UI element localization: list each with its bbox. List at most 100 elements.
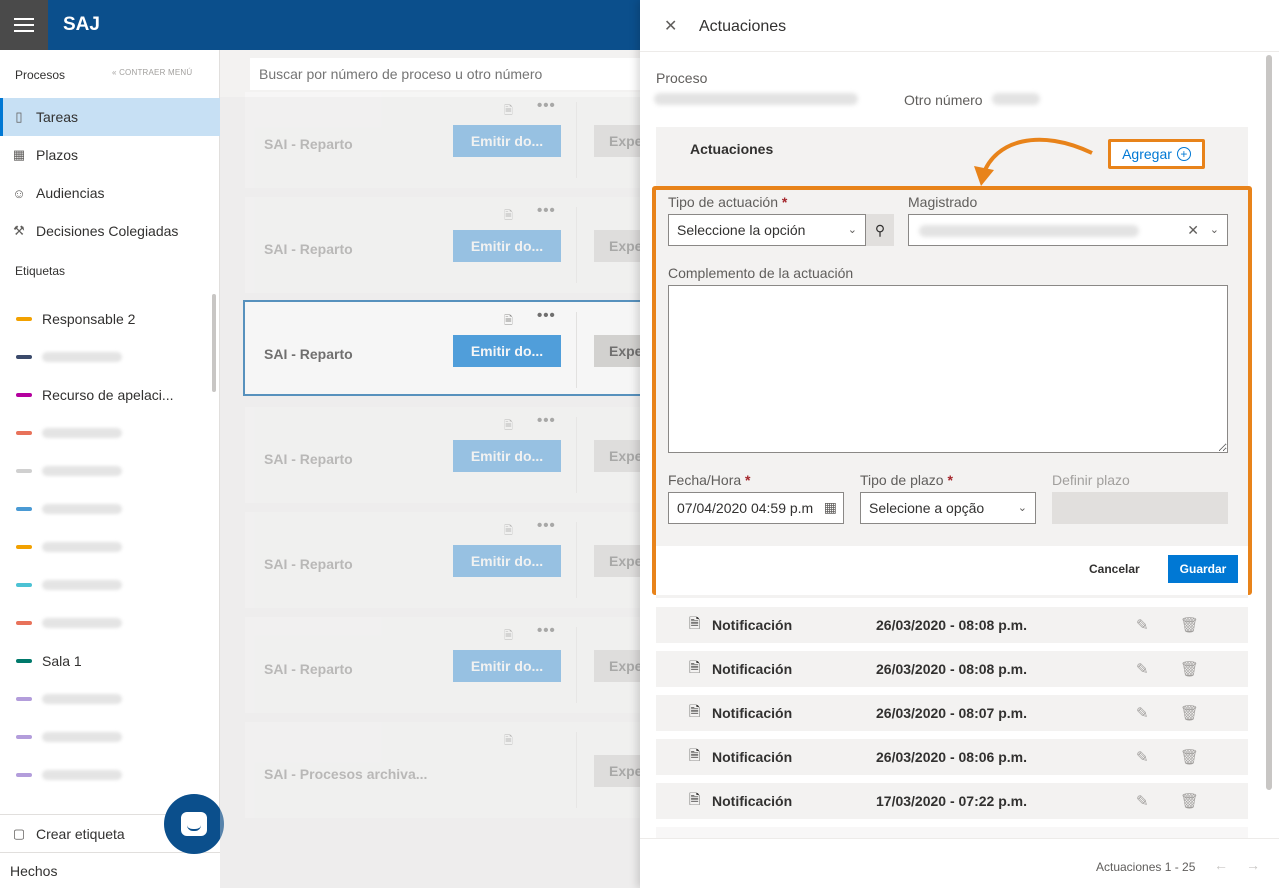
sidebar-item-audiencias[interactable]: ☺ Audiencias <box>0 174 220 212</box>
tipo-select[interactable]: Seleccione la opción ⌄ <box>668 214 866 246</box>
arrow-right-icon[interactable]: → <box>1246 857 1260 873</box>
expediente-button[interactable]: Expe <box>594 650 644 682</box>
sidebar-item-plazos[interactable]: ▦ Plazos <box>0 136 220 174</box>
magistrado-value-redacted <box>919 225 1139 237</box>
emit-document-button[interactable]: Emitir do... <box>453 335 561 367</box>
delete-icon[interactable]: 🗑 <box>1180 792 1199 810</box>
edit-icon[interactable]: ✎ <box>1136 748 1149 766</box>
delete-icon[interactable]: 🗑 <box>1180 704 1199 722</box>
expediente-button[interactable]: Expe <box>594 125 644 157</box>
otro-numero-value-redacted <box>992 93 1040 105</box>
sidebar-item-decisiones[interactable]: ⚒ Decisiones Colegiadas <box>0 212 220 250</box>
clear-icon[interactable]: ✕ <box>1187 222 1199 239</box>
emit-document-button[interactable]: Emitir do... <box>453 650 561 682</box>
delete-icon[interactable]: 🗑 <box>1180 616 1199 634</box>
arrow-left-icon[interactable]: ← <box>1214 857 1228 873</box>
emit-document-button[interactable]: Emitir do... <box>453 545 561 577</box>
edit-icon[interactable]: ✎ <box>1136 792 1149 810</box>
task-card[interactable]: 🗎 ••• SAI - Reparto Emitir do... Expe <box>243 300 644 396</box>
close-icon[interactable]: ✕ <box>664 16 677 36</box>
task-card[interactable]: 🗎 SAI - Procesos archiva... Expe <box>245 722 645 818</box>
tag-item[interactable]: Responsable 2 <box>0 300 210 338</box>
emit-document-button[interactable]: Emitir do... <box>453 125 561 157</box>
hechos-item[interactable]: Hechos <box>0 852 220 888</box>
document-icon[interactable]: 🗎 <box>504 312 513 331</box>
more-icon[interactable]: ••• <box>537 622 556 639</box>
tag-color-icon <box>16 545 32 549</box>
document-icon[interactable]: 🗎 <box>504 627 513 646</box>
cancel-button[interactable]: Cancelar <box>1089 562 1140 576</box>
tag-item[interactable] <box>0 680 210 718</box>
expediente-button[interactable]: Expe <box>594 335 644 367</box>
task-card[interactable]: 🗎 ••• SAI - Reparto Emitir do... Expe <box>245 407 645 503</box>
expediente-button[interactable]: Expe <box>594 440 644 472</box>
search-icon[interactable]: ⚲ <box>866 214 894 246</box>
collapse-menu-button[interactable]: « CONTRAER MENÚ <box>112 68 192 77</box>
tag-item[interactable] <box>0 414 210 452</box>
task-card[interactable]: 🗎 ••• SAI - Reparto Emitir do... Expe <box>245 92 645 188</box>
sidebar-scrollbar[interactable] <box>212 294 216 392</box>
search-input[interactable] <box>250 58 640 90</box>
document-icon[interactable]: 🗎 <box>504 417 513 436</box>
tag-label-redacted <box>42 504 122 514</box>
tag-color-icon <box>16 431 32 435</box>
tag-item[interactable]: Sala 1 <box>0 642 210 680</box>
tag-item[interactable] <box>0 490 210 528</box>
plazo-select[interactable]: Selecione a opção ⌄ <box>860 492 1036 524</box>
tag-label-redacted <box>42 732 122 742</box>
list-item[interactable]: 🗎 Notificación 26/03/2020 - 08:07 p.m. ✎ 🗑 <box>656 695 1248 731</box>
people-icon: ☺ <box>12 185 26 201</box>
chat-button[interactable] <box>164 794 224 854</box>
actuacion-date: 26/03/2020 - 08:08 p.m. <box>876 617 1027 633</box>
proceso-value-redacted <box>654 93 858 105</box>
complemento-textarea[interactable] <box>668 285 1228 453</box>
tag-item[interactable] <box>0 756 210 794</box>
hamburger-menu-icon[interactable] <box>0 0 48 50</box>
tag-item[interactable] <box>0 604 210 642</box>
emit-document-button[interactable]: Emitir do... <box>453 230 561 262</box>
magistrado-select[interactable]: ✕ ⌄ <box>908 214 1228 246</box>
edit-icon[interactable]: ✎ <box>1136 660 1149 678</box>
list-item[interactable]: 🗎 Notificación 26/03/2020 - 08:06 p.m. ✎ 🗑 <box>656 739 1248 775</box>
edit-icon[interactable]: ✎ <box>1136 704 1149 722</box>
emit-document-button[interactable]: Emitir do... <box>453 440 561 472</box>
list-item[interactable]: 🗎 Notificación 26/03/2020 - 08:08 p.m. ✎ 🗑 <box>656 607 1248 643</box>
expediente-button[interactable]: Expe <box>594 755 644 787</box>
actuacion-name: Notificación <box>712 705 793 721</box>
task-card[interactable]: 🗎 ••• SAI - Reparto Emitir do... Expe <box>245 512 645 608</box>
edit-icon[interactable]: ✎ <box>1136 616 1149 634</box>
document-icon[interactable]: 🗎 <box>504 102 513 121</box>
expediente-button[interactable]: Expe <box>594 230 644 262</box>
more-icon[interactable]: ••• <box>537 412 556 429</box>
list-item[interactable]: 🗎 Notificación 17/03/2020 - 07:22 p.m. ✎ 🗑 <box>656 783 1248 819</box>
proceso-label: Proceso <box>656 70 708 86</box>
tag-item[interactable] <box>0 718 210 756</box>
tag-item[interactable] <box>0 452 210 490</box>
sidebar-item-tareas[interactable]: ▯ Tareas <box>0 98 220 136</box>
document-icon[interactable]: 🗎 <box>504 522 513 541</box>
more-icon[interactable]: ••• <box>537 97 556 114</box>
more-icon[interactable]: ••• <box>537 307 556 324</box>
task-card[interactable]: 🗎 ••• SAI - Reparto Emitir do... Expe <box>245 197 645 293</box>
tag-item[interactable] <box>0 528 210 566</box>
more-icon[interactable]: ••• <box>537 517 556 534</box>
calendar-icon[interactable]: ▦ <box>819 499 837 516</box>
expediente-button[interactable]: Expe <box>594 545 644 577</box>
more-icon[interactable]: ••• <box>537 202 556 219</box>
app-brand: SAJ <box>63 14 100 35</box>
add-button[interactable]: Agregar + <box>1108 139 1205 169</box>
save-button[interactable]: Guardar <box>1168 555 1238 583</box>
document-icon[interactable]: 🗎 <box>504 207 513 226</box>
delete-icon[interactable]: 🗑 <box>1180 748 1199 766</box>
tag-item[interactable] <box>0 338 210 376</box>
tag-item[interactable]: Recurso de apelaci... <box>0 376 210 414</box>
fecha-input[interactable]: 07/04/2020 04:59 p.m ▦ <box>668 492 844 524</box>
panel-title: Actuaciones <box>699 18 787 35</box>
tag-item[interactable] <box>0 566 210 604</box>
document-icon[interactable]: 🗎 <box>504 732 513 751</box>
delete-icon[interactable]: 🗑 <box>1180 660 1199 678</box>
list-item[interactable]: 🗎 Notificación 26/03/2020 - 08:08 p.m. ✎ 🗑 <box>656 651 1248 687</box>
task-card[interactable]: 🗎 ••• SAI - Reparto Emitir do... Expe <box>245 617 645 713</box>
panel-scrollbar[interactable] <box>1266 55 1272 790</box>
card-divider <box>576 627 577 703</box>
